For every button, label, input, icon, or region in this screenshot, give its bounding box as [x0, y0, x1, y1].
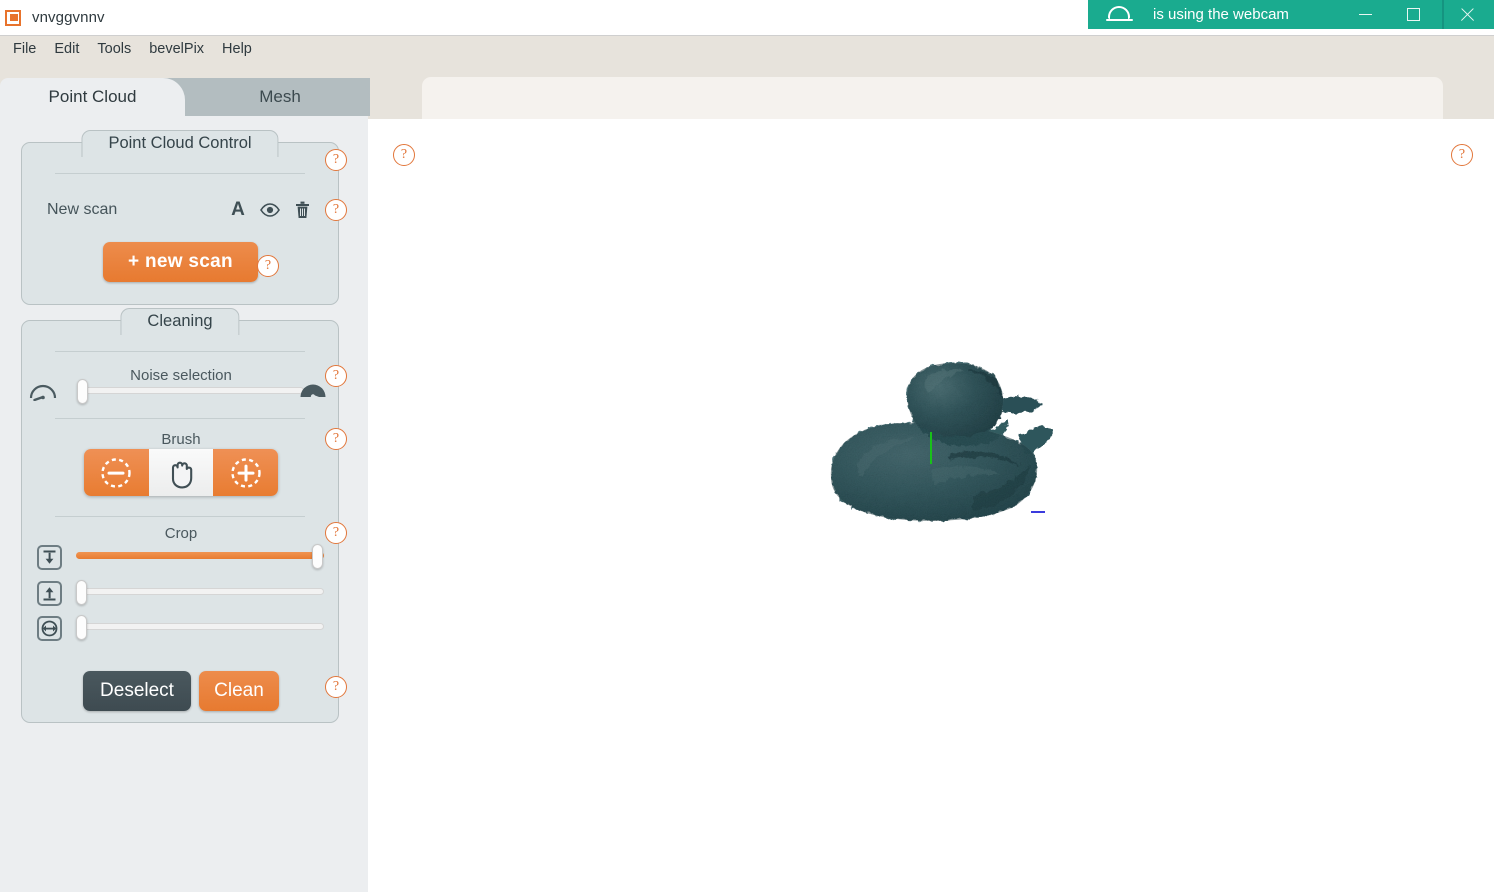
brush-add-button[interactable]: [213, 449, 278, 496]
expand-horizontal-icon[interactable]: [37, 616, 62, 641]
cleaning-panel: Cleaning Noise selection Brush Crop Dese…: [21, 308, 339, 723]
menu-bar: File Edit Tools bevelPix Help: [0, 36, 1494, 62]
help-badge-new-scan[interactable]: ?: [257, 255, 279, 277]
close-button[interactable]: [1445, 0, 1490, 29]
clean-button[interactable]: Clean: [199, 671, 279, 711]
viewport-chrome-right: [1443, 77, 1494, 119]
menu-item-help[interactable]: Help: [213, 39, 261, 59]
window-title: vnvggvnnv: [32, 9, 105, 26]
scan-list-item: New scan A: [47, 197, 315, 223]
noise-selection-slider-thumb[interactable]: [77, 379, 88, 404]
crop-top-slider-thumb[interactable]: [312, 544, 323, 569]
point-cloud-control-title-wrap: Point Cloud Control: [81, 130, 279, 157]
crop-top-slider-track[interactable]: [76, 552, 324, 559]
window-controls-separator: [1442, 0, 1444, 29]
help-badge-noise-selection[interactable]: ?: [325, 365, 347, 387]
menu-item-tools[interactable]: Tools: [88, 39, 140, 59]
viewport-chrome-left: [368, 77, 422, 119]
minimize-button[interactable]: [1343, 0, 1388, 29]
brush-mode-group: [84, 449, 278, 496]
point-cloud-control-panel: Point Cloud Control New scan A + new sca…: [21, 130, 339, 305]
maximize-icon: [1407, 8, 1420, 21]
cleaning-title: Cleaning: [147, 312, 213, 330]
panel-divider: [55, 351, 305, 352]
crop-bottom-slider-track[interactable]: [76, 588, 324, 595]
viewport-toolbar: [422, 77, 1443, 119]
brush-label: Brush: [161, 431, 201, 448]
help-badge-crop[interactable]: ?: [325, 522, 347, 544]
viewport-chrome-strip: [368, 62, 1494, 77]
minimize-icon: [1359, 14, 1372, 15]
maximize-button[interactable]: [1391, 0, 1436, 29]
close-icon: [1459, 6, 1476, 23]
scan-name-label: New scan: [47, 201, 118, 218]
point-cloud-control-title: Point Cloud Control: [108, 134, 252, 152]
crop-depth-slider-track[interactable]: [76, 623, 324, 630]
axis-y-indicator: [930, 432, 932, 464]
panel-divider: [55, 516, 305, 517]
crop-depth-slider-thumb[interactable]: [76, 615, 87, 640]
crop-bottom-slider-thumb[interactable]: [76, 580, 87, 605]
letter-a-rename-icon[interactable]: A: [225, 199, 251, 221]
new-scan-button[interactable]: + new scan: [103, 242, 258, 282]
menu-item-file[interactable]: File: [4, 39, 45, 59]
gauge-low-icon: [28, 381, 58, 402]
brush-pan-button[interactable]: [148, 449, 214, 496]
help-badge-viewport-right[interactable]: ?: [1451, 144, 1473, 166]
panel-divider: [55, 418, 305, 419]
noise-selection-label: Noise selection: [130, 367, 232, 384]
brush-subtract-button[interactable]: [84, 449, 149, 496]
arrow-up-from-line-icon[interactable]: [37, 581, 62, 606]
help-badge-scan-row[interactable]: ?: [325, 199, 347, 221]
trash-icon[interactable]: [289, 199, 315, 221]
viewport-3d[interactable]: ? ?: [368, 62, 1494, 892]
help-badge-point-cloud-control[interactable]: ?: [325, 149, 347, 171]
crop-label: Crop: [164, 525, 198, 542]
axis-z-indicator: [1031, 511, 1045, 513]
crop-top-slider-fill: [76, 552, 324, 559]
tab-mesh-label: Mesh: [259, 87, 301, 106]
panel-divider: [55, 173, 305, 174]
webcam-icon: [1106, 5, 1136, 24]
help-badge-clean[interactable]: ?: [325, 676, 347, 698]
app-logo-icon: [5, 9, 21, 26]
deselect-button[interactable]: Deselect: [83, 671, 191, 711]
help-badge-viewport-left[interactable]: ?: [393, 144, 415, 166]
tab-point-cloud-label: Point Cloud: [48, 87, 137, 106]
gauge-high-icon: [298, 379, 328, 401]
noise-selection-slider-track[interactable]: [78, 387, 304, 394]
cleaning-title-wrap: Cleaning: [120, 308, 240, 335]
left-sidebar: Point Cloud Control New scan A + new sca…: [0, 116, 368, 892]
arrow-down-to-line-icon[interactable]: [37, 545, 62, 570]
menu-item-edit[interactable]: Edit: [45, 39, 88, 59]
menu-item-bevelpix[interactable]: bevelPix: [140, 39, 213, 59]
webcam-notification-text: is using the webcam: [1153, 6, 1289, 23]
webcam-notification-bar: is using the webcam: [1088, 0, 1494, 29]
eye-icon[interactable]: [257, 199, 283, 221]
duck-point-cloud[interactable]: [823, 361, 1053, 531]
tab-point-cloud[interactable]: Point Cloud: [0, 78, 185, 116]
help-badge-brush[interactable]: ?: [325, 428, 347, 450]
